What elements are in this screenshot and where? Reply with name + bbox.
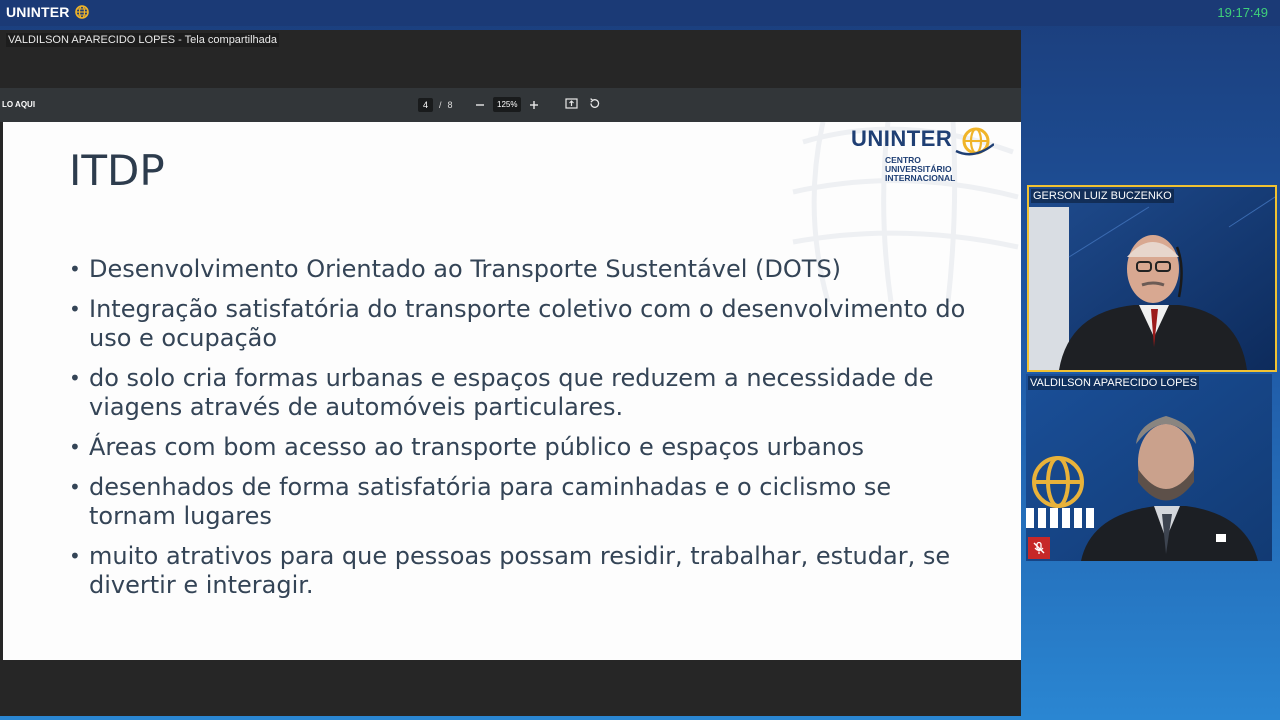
page-navigator: 4 / 8 [418, 98, 453, 112]
pdf-file-name: LO AQUI [2, 100, 36, 109]
slide-logo-name: UNINTER [851, 126, 953, 151]
participant-name: VALDILSON APARECIDO LOPES [1028, 376, 1200, 390]
app-logo: UNINTER [6, 4, 91, 20]
minus-icon[interactable] [475, 100, 485, 110]
bullet-dot: • [69, 475, 81, 499]
participant-video [1026, 374, 1272, 561]
bullet-item: • desenhados de forma satisfatória para c… [69, 473, 969, 531]
participant-tile[interactable]: VALDILSON APARECIDO LOPES [1026, 374, 1272, 561]
bullet-item: • do solo cria formas urbanas e espaços q… [69, 364, 969, 422]
bullet-dot: • [69, 297, 81, 321]
participant-name: GERSON LUIZ BUCZENKO [1031, 189, 1174, 203]
current-page-input[interactable]: 4 [418, 98, 434, 112]
bullet-item: • muito atrativos para que pessoas possam… [69, 542, 969, 600]
rotate-icon[interactable] [588, 97, 601, 110]
bullet-item: • Áreas com bom acesso ao transporte públ… [69, 433, 969, 462]
participant-video [1029, 187, 1275, 370]
bullet-dot: • [69, 544, 81, 568]
shared-screen: VALDILSON APARECIDO LOPES - Tela compart… [0, 30, 1021, 716]
app-logo-text: UNINTER [6, 4, 70, 20]
bullet-dot: • [69, 366, 81, 390]
bullet-text: desenhados de forma satisfatória para ca… [89, 473, 892, 530]
shared-screen-bottom [0, 660, 1021, 716]
total-pages: 8 [447, 100, 453, 110]
fit-page-icon[interactable] [565, 97, 578, 110]
clock: 19:17:49 [1217, 5, 1268, 20]
bullet-dot: • [69, 435, 81, 459]
globe-icon [74, 5, 89, 19]
view-tools [565, 97, 601, 110]
participant-tile[interactable]: GERSON LUIZ BUCZENKO [1027, 185, 1277, 372]
bullet-item: • Desenvolvimento Orientado ao Transporte… [69, 255, 969, 284]
page-separator: / [439, 100, 442, 110]
top-bar: UNINTER 19:17:49 [0, 0, 1280, 26]
plus-icon[interactable] [529, 100, 539, 110]
share-label: VALDILSON APARECIDO LOPES - Tela compart… [6, 33, 280, 47]
bullet-dot: • [69, 257, 81, 281]
bullet-text: do solo cria formas urbanas e espaços qu… [89, 364, 934, 421]
slide-logo: UNINTER CENTRO UNIVERSITÁRIO INTERNACION… [851, 126, 995, 183]
slide-page: UNINTER CENTRO UNIVERSITÁRIO INTERNACION… [3, 122, 1021, 660]
slide-logo-globe-icon [955, 127, 995, 156]
bullet-text: Áreas com bom acesso ao transporte públi… [89, 433, 865, 461]
bullet-text: muito atrativos para que pessoas possam … [89, 542, 951, 599]
bullet-text: Desenvolvimento Orientado ao Transporte … [89, 255, 842, 283]
slide-title: ITDP [69, 146, 165, 195]
bullet-item: • Integração satisfatória do transporte c… [69, 295, 969, 353]
zoom-level[interactable]: 125% [493, 97, 522, 112]
pdf-toolbar: LO AQUI 4 / 8 125% [0, 88, 1021, 122]
zoom-controls: 125% [475, 97, 539, 112]
mic-muted-icon [1028, 537, 1050, 559]
slide-logo-line3: INTERNACIONAL [885, 173, 956, 183]
bullet-list: • Desenvolvimento Orientado ao Transporte… [69, 255, 969, 611]
bullet-text: Integração satisfatória do transporte co… [89, 295, 966, 352]
